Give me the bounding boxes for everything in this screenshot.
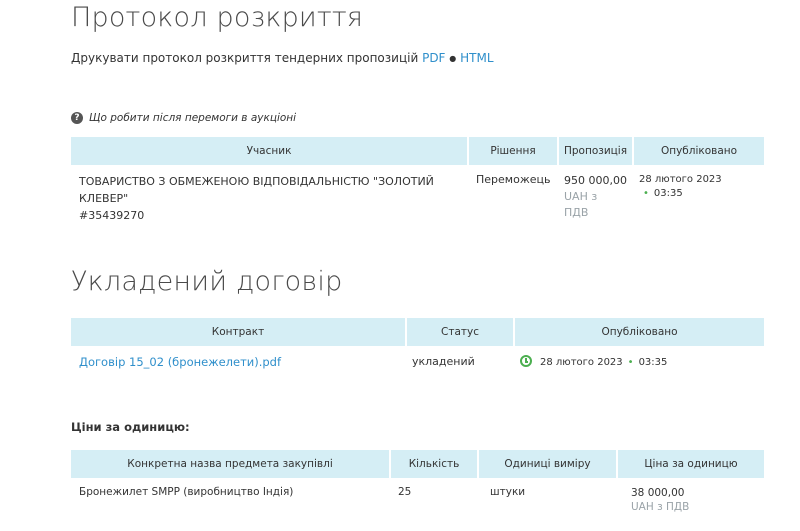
published-cell: 28 лютого 2023 • 03:35 [633,165,764,232]
bids-table: Учасник Рішення Пропозиція Опубліковано … [71,137,764,232]
published-date: 28 лютого 2023 [639,174,722,185]
table-row: ТОВАРИСТВО З ОБМЕЖЕНОЮ ВІДПОВІДАЛЬНІСТЮ … [71,165,764,232]
html-link[interactable]: HTML [460,51,493,65]
print-protocol-text: Друкувати протокол розкриття тендерних п… [71,51,419,65]
offer-currency: UAH з ПДВ [564,190,598,219]
help-link[interactable]: ? Що робити після перемоги в аукціоні [71,112,296,124]
contract-published-date: 28 лютого 2023 [540,357,623,368]
help-text: Що робити після перемоги в аукціоні [89,112,297,124]
contract-table: Контракт Статус Опубліковано Договір 15_… [71,318,764,377]
contract-published-time: 03:35 [638,357,668,368]
separator-dot: ● [449,54,457,63]
contract-status: укладений [412,355,475,368]
decision-cell: Переможець [476,173,551,186]
unit-prices-table: Конкретна назва предмета закупівлі Кільк… [71,450,764,522]
participant-name: ТОВАРИСТВО З ОБМЕЖЕНОЮ ВІДПОВІДАЛЬНІСТЮ … [79,175,434,205]
item-unit: штуки [490,486,526,498]
offer-cell: 950 000,00 UAH з ПДВ [558,165,633,232]
item-price-currency: UAH з ПДВ [631,501,690,513]
column-header: Ціна за одиницю [617,450,764,478]
disclosure-title: Протокол розкриття [71,2,364,33]
contract-published-cell: 28 лютого 2023 • 03:35 [514,346,764,377]
contract-title: Укладений договір [71,266,343,297]
clock-icon [520,355,532,367]
contract-file-cell: Договір 15_02 (бронежелети).pdf [71,346,406,377]
contract-file-link[interactable]: Договір 15_02 (бронежелети).pdf [79,355,281,369]
column-header: Рішення [468,137,559,165]
column-header: Опубліковано [633,137,764,165]
item-quantity: 25 [398,486,412,498]
column-header: Кількість [390,450,479,478]
column-header: Учасник [71,137,469,165]
column-header: Статус [406,318,515,346]
item-price: 38 000,00 [631,487,685,499]
item-name: Бронежилет SMPP (виробництво Індія) [79,486,294,498]
participant-edrpou: #35439270 [79,209,145,222]
print-protocol-line: Друкувати протокол розкриття тендерних п… [71,51,494,65]
column-header: Контракт [71,318,407,346]
bids-header-row: Учасник Рішення Пропозиція Опубліковано [71,137,764,165]
unit-prices-label: Ціни за одиницю: [71,420,190,434]
table-row: Бронежилет SMPP (виробництво Індія) 25 ш… [71,478,764,522]
offer-amount: 950 000,00 [564,174,627,187]
column-header: Опубліковано [514,318,764,346]
unit-prices-header-row: Конкретна назва предмета закупівлі Кільк… [71,450,764,478]
pdf-link[interactable]: PDF [422,51,445,65]
column-header: Конкретна назва предмета закупівлі [71,450,391,478]
contract-header-row: Контракт Статус Опубліковано [71,318,764,346]
item-price-cell: 38 000,00 UAH з ПДВ [617,478,764,522]
participant-cell: ТОВАРИСТВО З ОБМЕЖЕНОЮ ВІДПОВІДАЛЬНІСТЮ … [71,165,468,232]
column-header: Одиниці виміру [478,450,618,478]
column-header: Пропозиція [558,137,634,165]
table-row: Договір 15_02 (бронежелети).pdf укладени… [71,346,764,377]
question-icon: ? [71,112,83,124]
published-time: 03:35 [653,188,683,199]
